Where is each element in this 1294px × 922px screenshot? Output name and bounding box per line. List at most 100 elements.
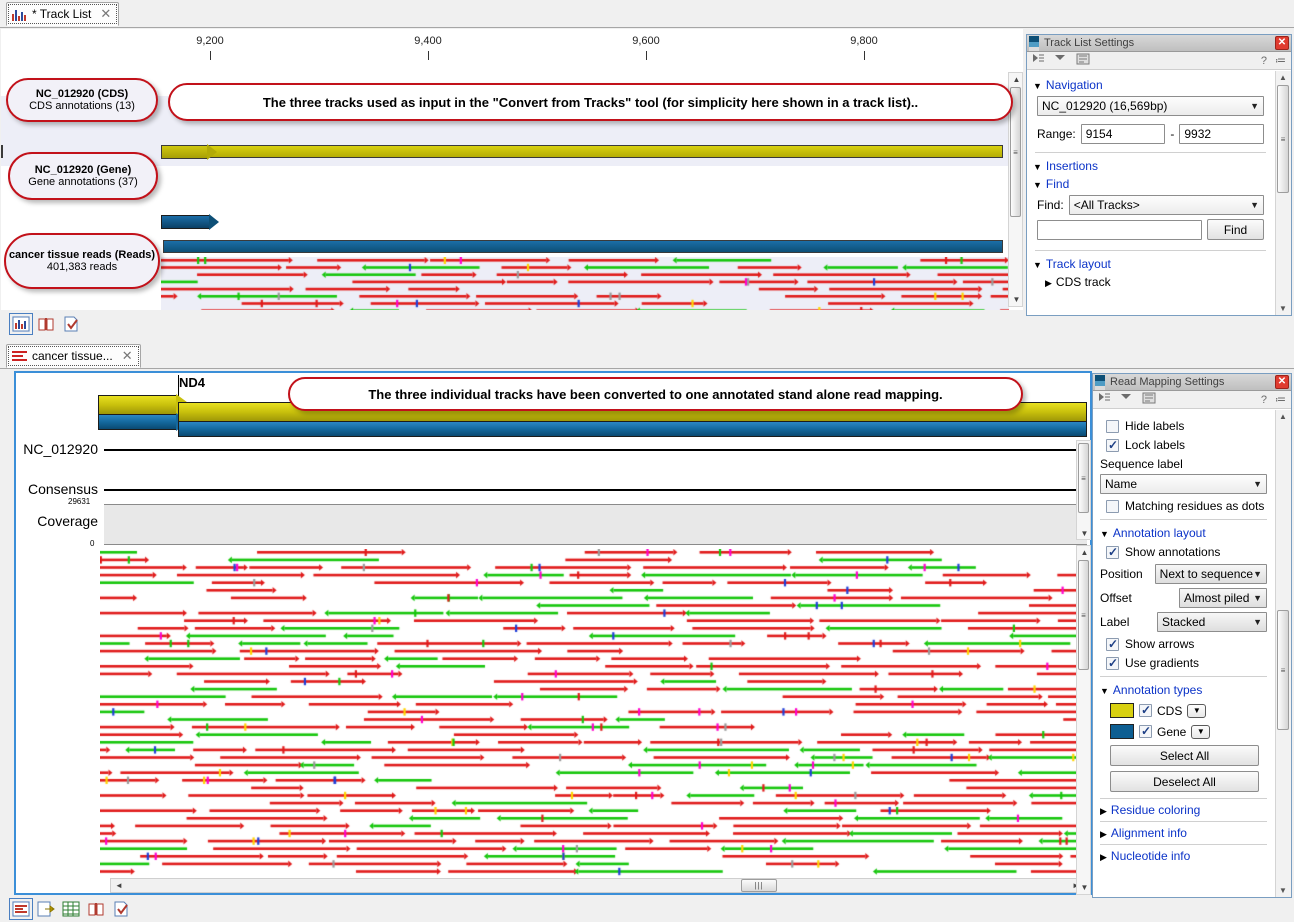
panel-menu-icon[interactable]: ≔ bbox=[1275, 54, 1286, 67]
subgroup-cds-track[interactable]: ▶CDS track bbox=[1045, 275, 1268, 289]
gene-feature-arrow[interactable] bbox=[161, 215, 221, 229]
cds-options-dropdown[interactable]: ▼ bbox=[1187, 704, 1206, 718]
sequence-select[interactable]: NC_012920 (16,569bp) ▼ bbox=[1037, 96, 1264, 116]
gene-options-dropdown[interactable]: ▼ bbox=[1191, 725, 1210, 739]
book-view-icon[interactable] bbox=[87, 901, 105, 917]
read-mapping-hscrollbar[interactable]: ◄ ||| ► bbox=[110, 878, 1085, 893]
range-from-input[interactable]: 9154 bbox=[1081, 124, 1166, 144]
collapse-all-icon[interactable] bbox=[1054, 53, 1068, 68]
read-mapping-view-icon[interactable] bbox=[12, 901, 30, 917]
scroll-down-arrow[interactable]: ▼ bbox=[1011, 295, 1022, 304]
group-nucleotide-info[interactable]: ▶Nucleotide info bbox=[1100, 849, 1269, 863]
track-list-view-icon[interactable] bbox=[12, 316, 30, 332]
cds-feature-bar[interactable] bbox=[163, 145, 1003, 158]
help-icon[interactable]: ? bbox=[1261, 394, 1267, 406]
checkbox-matching-residues[interactable]: Matching residues as dots bbox=[1106, 499, 1269, 513]
read-mapping-view-toolbar[interactable] bbox=[4, 898, 244, 920]
checkbox-label: Show annotations bbox=[1125, 545, 1220, 559]
settings-toolbar[interactable]: ? ≔ bbox=[1027, 52, 1291, 70]
checkbox-box[interactable] bbox=[1106, 546, 1119, 559]
close-icon[interactable]: ✕ bbox=[122, 348, 133, 364]
track-list-settings-panel[interactable]: Track List Settings ✕ ? ≔ ▲ ≡ ▼ bbox=[1026, 34, 1292, 316]
group-annotation-layout[interactable]: ▼Annotation layout bbox=[1100, 526, 1269, 540]
settings-vscrollbar[interactable]: ▲ ≡ ▼ bbox=[1275, 410, 1291, 897]
group-residue-coloring[interactable]: ▶Residue coloring bbox=[1100, 803, 1269, 817]
reads-canvas[interactable] bbox=[161, 257, 1009, 310]
cds-feature-arrow[interactable] bbox=[161, 145, 215, 159]
reads-alignment-area[interactable] bbox=[100, 549, 1087, 879]
settings-titlebar[interactable]: Track List Settings ✕ bbox=[1027, 35, 1291, 52]
track-list-view-toolbar[interactable] bbox=[4, 313, 204, 335]
position-select[interactable]: Next to sequence ▼ bbox=[1155, 564, 1267, 584]
checkbox-lock-labels[interactable]: Lock labels bbox=[1106, 438, 1269, 452]
hscroll-thumb[interactable]: ||| bbox=[741, 879, 777, 892]
read-mapping-vscrollbar-upper[interactable]: ≡ ▼ bbox=[1076, 440, 1091, 540]
checkbox-show-arrows[interactable]: Show arrows bbox=[1106, 637, 1269, 651]
panel-menu-icon[interactable]: ≔ bbox=[1275, 393, 1286, 406]
expand-all-icon[interactable] bbox=[1098, 392, 1112, 407]
reads-track-lane[interactable] bbox=[161, 257, 1009, 310]
close-icon[interactable]: ✕ bbox=[1275, 36, 1289, 50]
table-view-icon[interactable] bbox=[62, 901, 80, 917]
checkbox-box[interactable] bbox=[1106, 657, 1119, 670]
tab-track-list[interactable]: * Track List ✕ bbox=[6, 2, 119, 26]
group-track-layout[interactable]: ▼Track layout bbox=[1033, 257, 1268, 271]
gene-annotation-bar[interactable] bbox=[178, 421, 1087, 437]
save-view-settings-icon[interactable] bbox=[1076, 53, 1090, 68]
save-view-settings-icon[interactable] bbox=[1142, 392, 1156, 407]
checkbox-box[interactable] bbox=[1106, 439, 1119, 452]
report-view-icon[interactable] bbox=[62, 316, 80, 332]
read-mapping-vscrollbar-lower[interactable]: ▲ ≡ ▼ bbox=[1076, 545, 1091, 895]
settings-vscrollbar[interactable]: ▲ ≡ ▼ bbox=[1275, 71, 1291, 315]
export-view-icon[interactable] bbox=[37, 901, 55, 917]
group-annotation-types[interactable]: ▼Annotation types bbox=[1100, 683, 1269, 697]
close-icon[interactable]: ✕ bbox=[1275, 375, 1289, 389]
checkbox-box[interactable] bbox=[1106, 638, 1119, 651]
checkbox-label: Lock labels bbox=[1125, 438, 1185, 452]
find-button[interactable]: Find bbox=[1207, 219, 1264, 240]
checkbox-cds[interactable] bbox=[1139, 704, 1152, 717]
group-navigation[interactable]: ▼Navigation bbox=[1033, 78, 1268, 92]
checkbox-box[interactable] bbox=[1106, 500, 1119, 513]
tab-cancer-tissue[interactable]: cancer tissue... ✕ bbox=[6, 344, 141, 368]
find-input[interactable] bbox=[1037, 220, 1202, 240]
group-find[interactable]: ▼Find bbox=[1033, 177, 1268, 191]
find-scope-select[interactable]: <All Tracks> ▼ bbox=[1069, 195, 1264, 215]
coverage-graph[interactable] bbox=[104, 504, 1087, 545]
read-mapping-settings-panel[interactable]: Read Mapping Settings ✕ ? ≔ ▲ ≡ ▼ bbox=[1092, 373, 1292, 898]
checkbox-label: Use gradients bbox=[1125, 656, 1199, 670]
settings-titlebar[interactable]: Read Mapping Settings ✕ bbox=[1093, 374, 1291, 391]
scroll-left-arrow[interactable]: ◄ bbox=[113, 881, 125, 890]
group-alignment-info[interactable]: ▶Alignment info bbox=[1100, 826, 1269, 840]
settings-toolbar[interactable]: ? ≔ bbox=[1093, 391, 1291, 409]
range-to-input[interactable]: 9932 bbox=[1179, 124, 1264, 144]
cds-color-swatch[interactable] bbox=[1110, 703, 1134, 718]
checkbox-gene[interactable] bbox=[1139, 725, 1152, 738]
callout-track-gene: NC_012920 (Gene) Gene annotations (37) bbox=[8, 152, 158, 200]
checkbox-show-annotations[interactable]: Show annotations bbox=[1106, 545, 1269, 559]
offset-select[interactable]: Almost piled ▼ bbox=[1179, 588, 1267, 608]
expand-all-icon[interactable] bbox=[1032, 53, 1046, 68]
checkbox-box[interactable] bbox=[1106, 420, 1119, 433]
reads-canvas[interactable] bbox=[100, 549, 1087, 879]
read-mapping-view[interactable]: ND4 NC_012920 Consensus 29631 Coverage 0… bbox=[14, 371, 1092, 895]
sequence-label: NC_012920 bbox=[16, 441, 98, 457]
vscroll-thumb[interactable]: ≡ bbox=[1277, 85, 1289, 193]
checkbox-hide-labels[interactable]: Hide labels bbox=[1106, 419, 1269, 433]
book-view-icon[interactable] bbox=[37, 316, 55, 332]
close-icon[interactable]: ✕ bbox=[100, 6, 111, 22]
vscroll-thumb[interactable]: ≡ bbox=[1277, 610, 1289, 730]
report-view-icon[interactable] bbox=[112, 901, 130, 917]
select-all-button[interactable]: Select All bbox=[1110, 745, 1259, 766]
collapse-all-icon[interactable] bbox=[1120, 392, 1134, 407]
label-select[interactable]: Stacked ▼ bbox=[1157, 612, 1267, 632]
group-insertions[interactable]: ▼Insertions bbox=[1033, 159, 1268, 173]
gene-color-swatch[interactable] bbox=[1110, 724, 1134, 739]
help-icon[interactable]: ? bbox=[1261, 55, 1267, 67]
checkbox-label: Matching residues as dots bbox=[1125, 499, 1264, 513]
scroll-up-arrow[interactable]: ▲ bbox=[1011, 75, 1022, 84]
checkbox-use-gradients[interactable]: Use gradients bbox=[1106, 656, 1269, 670]
deselect-all-button[interactable]: Deselect All bbox=[1110, 771, 1259, 792]
sequence-label-select[interactable]: Name ▼ bbox=[1100, 474, 1267, 494]
gene-feature-bar[interactable] bbox=[163, 240, 1003, 253]
